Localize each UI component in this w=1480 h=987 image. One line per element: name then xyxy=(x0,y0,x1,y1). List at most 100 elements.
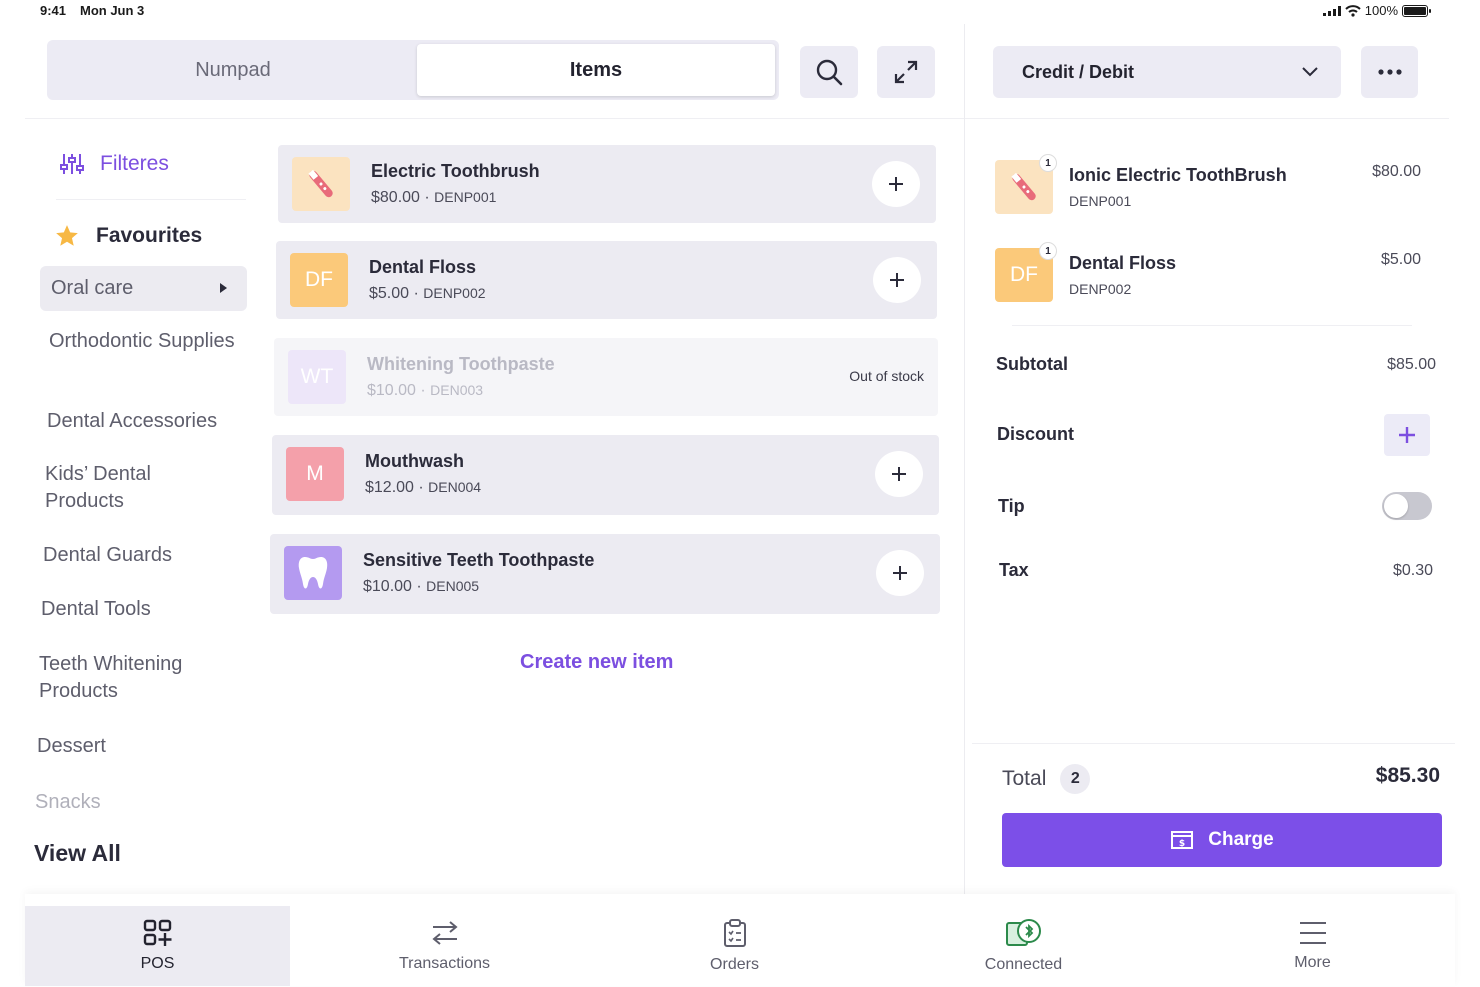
quantity-badge: 1 xyxy=(1039,242,1057,260)
favourites-label: Favourites xyxy=(96,224,203,247)
add-item-button[interactable] xyxy=(872,161,920,207)
menu-icon xyxy=(1299,922,1326,944)
cash-register-icon: $ xyxy=(1171,831,1194,849)
item-sku: DENP001 xyxy=(434,189,497,205)
item-card[interactable]: Electric Toothbrush $80.00 · DENP001 xyxy=(278,145,936,223)
add-discount-button[interactable] xyxy=(1384,414,1430,456)
item-price: $80.00 xyxy=(371,189,420,206)
nav-transactions[interactable]: Transactions xyxy=(312,906,577,986)
item-card[interactable]: DF Dental Floss $5.00 · DENP002 xyxy=(276,241,937,319)
more-options-button[interactable] xyxy=(1361,46,1418,98)
sidebar-item-dental-guards[interactable]: Dental Guards xyxy=(43,542,243,569)
item-card: WT Whitening Toothpaste $10.00 · DEN003 … xyxy=(274,338,938,416)
cart-line-item[interactable]: DF 1 Dental Floss DENP002 $5.00 xyxy=(993,242,1433,308)
grid-plus-icon xyxy=(143,919,171,946)
wifi-icon xyxy=(1345,4,1361,17)
mode-tabs: Numpad Items xyxy=(47,40,779,100)
payment-method-select[interactable]: Credit / Debit xyxy=(993,46,1341,98)
item-thumbnail: DF xyxy=(290,253,348,307)
header-divider xyxy=(25,118,964,119)
out-of-stock-label: Out of stock xyxy=(849,368,924,384)
item-meta: $5.00 · DENP002 xyxy=(369,285,486,302)
sidebar-item-dental-tools[interactable]: Dental Tools xyxy=(41,596,241,623)
item-meta: $12.00 · DEN004 xyxy=(365,479,482,496)
item-sku: DENP002 xyxy=(423,285,486,301)
toothbrush-icon xyxy=(1011,172,1036,201)
tooth-image xyxy=(284,546,342,600)
nav-label: POS xyxy=(140,955,175,972)
nav-orders[interactable]: Orders xyxy=(602,906,867,986)
cart-item-sku: DENP002 xyxy=(1069,281,1132,297)
item-sku: DEN004 xyxy=(428,479,482,495)
nav-label: Transactions xyxy=(399,955,490,972)
add-item-button[interactable] xyxy=(873,257,921,303)
create-new-item-link[interactable]: Create new item xyxy=(520,651,673,674)
add-item-button[interactable] xyxy=(875,451,923,497)
toothbrush-image xyxy=(292,157,350,211)
total-row: Total 2 xyxy=(1002,764,1091,794)
filters-label: Filteres xyxy=(100,152,169,175)
item-sku: DEN005 xyxy=(426,578,480,594)
sidebar-item-teeth-whitening-products[interactable]: Teeth Whitening Products xyxy=(39,651,229,705)
payment-method-label: Credit / Debit xyxy=(1022,61,1135,82)
filters-button[interactable]: Filteres xyxy=(60,152,169,176)
item-price: $10.00 xyxy=(367,382,416,399)
sidebar-item-snacks[interactable]: Snacks xyxy=(35,789,235,816)
connected-icon xyxy=(1005,919,1041,946)
sidebar-item-dessert[interactable]: Dessert xyxy=(37,733,237,760)
sidebar-item-orthodontic-supplies[interactable]: Orthodontic Supplies xyxy=(49,328,239,355)
item-card[interactable]: Sensitive Teeth Toothpaste $10.00 · DEN0… xyxy=(270,534,940,614)
add-item-button[interactable] xyxy=(876,550,924,596)
expand-button[interactable] xyxy=(877,46,935,98)
item-card[interactable]: M Mouthwash $12.00 · DEN004 xyxy=(272,435,939,515)
sidebar-item-dental-accessories[interactable]: Dental Accessories xyxy=(47,408,247,435)
star-icon xyxy=(56,225,78,246)
cart-item-sku: DENP001 xyxy=(1069,193,1132,209)
subtotal-value: $85.00 xyxy=(1387,356,1436,373)
item-meta: $80.00 · DENP001 xyxy=(371,189,497,206)
sidebar-item-kids-dental-products[interactable]: Kids’ Dental Products xyxy=(45,461,215,515)
tab-numpad[interactable]: Numpad xyxy=(51,44,415,96)
subtotal-row: Subtotal $85.00 xyxy=(996,354,1436,375)
item-thumbnail: M xyxy=(286,447,344,501)
item-meta: $10.00 · DEN005 xyxy=(363,578,480,595)
item-name: Whitening Toothpaste xyxy=(367,354,555,374)
item-name: Dental Floss xyxy=(369,257,477,277)
arrows-swap-icon xyxy=(431,921,458,945)
item-price: $10.00 xyxy=(363,578,412,595)
total-value: $85.30 xyxy=(1375,764,1440,787)
item-price: $5.00 xyxy=(369,285,410,302)
discount-row: Discount xyxy=(997,414,1436,456)
nav-label: Orders xyxy=(710,956,759,973)
sidebar-item-label: Oral care xyxy=(51,277,134,299)
item-name: Mouthwash xyxy=(365,451,464,471)
plus-icon xyxy=(1399,427,1415,443)
charge-button[interactable]: $ Charge xyxy=(1002,813,1442,867)
nav-more[interactable]: More xyxy=(1180,906,1445,986)
status-time: 9:41 xyxy=(40,3,67,18)
item-name: Electric Toothbrush xyxy=(371,161,540,181)
view-all-link[interactable]: View All xyxy=(34,840,121,867)
tab-items[interactable]: Items xyxy=(417,44,775,96)
status-bar: 9:41 Mon Jun 3 100% xyxy=(0,0,1480,22)
bottom-nav: POS Transactions Orders Connected More xyxy=(25,894,1455,986)
header-divider-right xyxy=(965,118,1449,119)
tax-row: Tax $0.30 xyxy=(999,560,1433,581)
tooth-icon xyxy=(298,557,328,589)
tip-row: Tip xyxy=(998,492,1436,520)
favourites-item[interactable]: Favourites xyxy=(54,223,202,249)
sidebar-item-oral-care[interactable]: Oral care xyxy=(40,266,247,311)
tip-toggle[interactable] xyxy=(1382,492,1432,520)
item-name: Sensitive Teeth Toothpaste xyxy=(363,550,595,570)
cart-divider xyxy=(1012,325,1412,326)
total-label: Total xyxy=(1002,767,1047,790)
tax-value: $0.30 xyxy=(1392,562,1433,579)
cart-line-item[interactable]: 1 Ionic Electric ToothBrush DENP001 $80.… xyxy=(993,154,1433,220)
status-date: Mon Jun 3 xyxy=(80,3,145,18)
search-button[interactable] xyxy=(800,46,858,98)
pane-divider xyxy=(964,24,965,894)
nav-pos[interactable]: POS xyxy=(25,906,290,986)
toothbrush-icon xyxy=(308,169,333,198)
search-icon xyxy=(816,59,843,86)
nav-connected[interactable]: Connected xyxy=(891,906,1156,986)
